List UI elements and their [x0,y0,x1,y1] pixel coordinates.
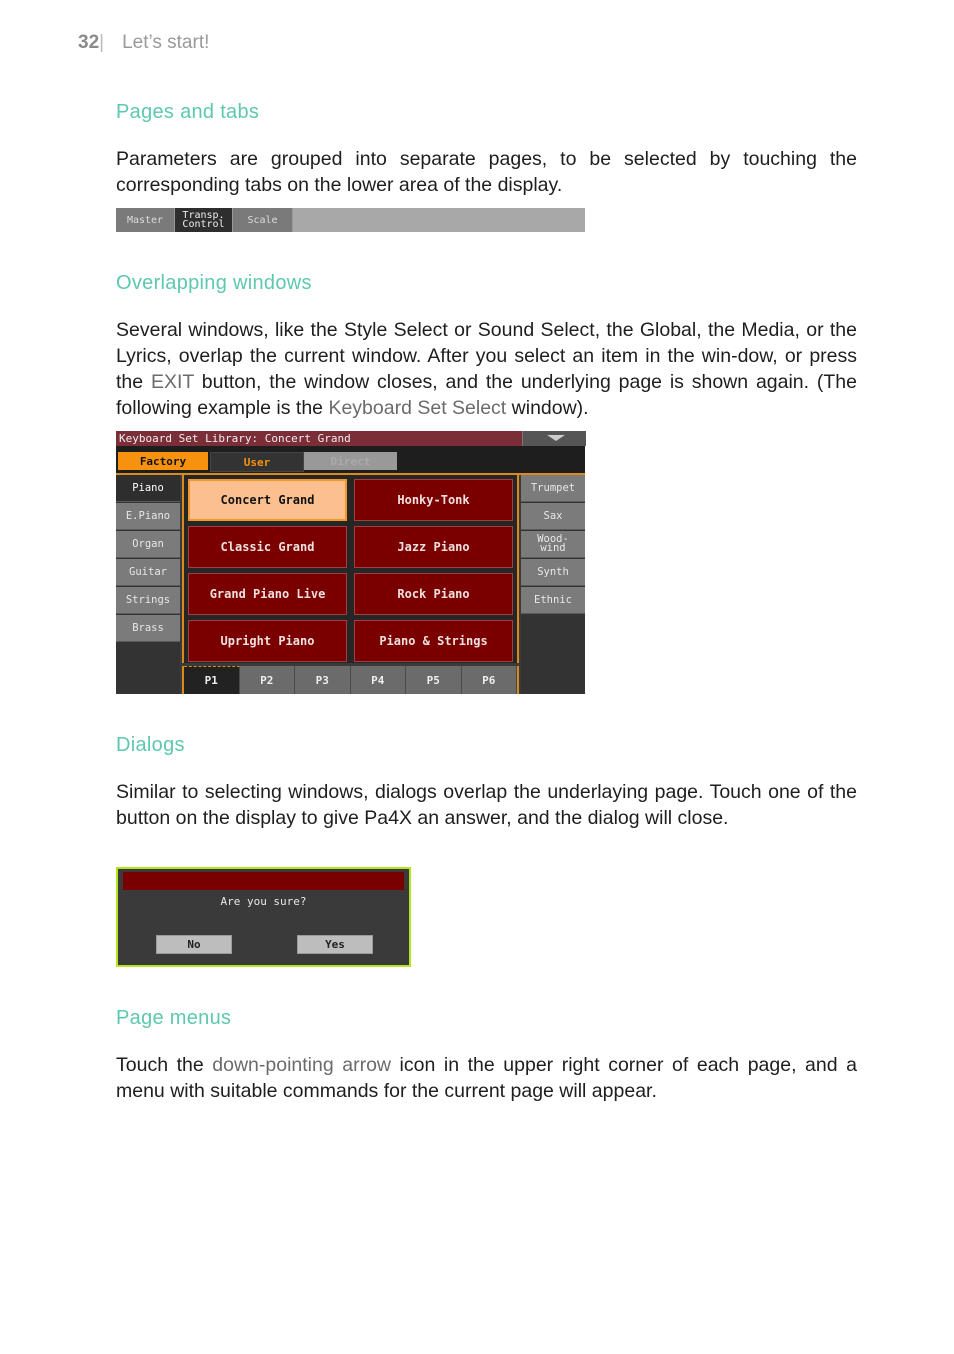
dialog-screenshot: Are you sure? No Yes [116,867,411,967]
page-tab-p3[interactable]: P3 [295,666,351,694]
left-category-list: Piano E.Piano Organ Guitar Strings Brass [116,475,180,694]
header-separator: | [99,32,105,53]
running-header: 32| Let’s start! [78,32,209,54]
paragraph-overlapping-windows: Several windows, like the Style Select o… [116,317,857,421]
keyboard-set-select-reference: Keyboard Set Select [328,397,507,419]
category-e-piano[interactable]: E.Piano [116,503,180,530]
item-upright-piano[interactable]: Upright Piano [188,620,347,662]
no-button[interactable]: No [156,935,232,954]
category-organ[interactable]: Organ [116,531,180,558]
heading-pages-and-tabs: Pages and tabs [116,101,260,123]
category-brass[interactable]: Brass [116,615,180,642]
item-honky-tonk[interactable]: Honky-Tonk [354,479,513,521]
page-tab-p5[interactable]: P5 [406,666,462,694]
down-arrow-icon[interactable] [522,431,586,446]
right-category-list: Trumpet Sax Wood- wind Synth Ethnic [521,475,585,694]
paragraph-page-menus: Touch the down-pointing arrow icon in th… [116,1052,857,1104]
item-classic-grand[interactable]: Classic Grand [188,526,347,568]
text-run: window). [506,397,589,419]
down-arrow-reference: down-pointing arrow [212,1054,391,1076]
window-title: Keyboard Set Library: Concert Grand [116,431,522,446]
heading-overlapping-windows: Overlapping windows [116,272,312,294]
dialog-title-bar [123,872,404,890]
exit-button-reference: EXIT [150,371,194,393]
category-strings[interactable]: Strings [116,587,180,614]
heading-page-menus: Page menus [116,1007,232,1029]
item-jazz-piano[interactable]: Jazz Piano [354,526,513,568]
keyboard-set-window-screenshot: Keyboard Set Library: Concert Grand Fact… [116,431,586,694]
library-tab-user[interactable]: User [210,452,304,472]
yes-button[interactable]: Yes [297,935,373,954]
item-grand-piano-live[interactable]: Grand Piano Live [188,573,347,615]
tab-scale[interactable]: Scale [233,208,293,232]
category-piano[interactable]: Piano [116,475,180,502]
library-tab-bar: Factory User Direct [116,446,585,475]
category-synth[interactable]: Synth [521,559,585,586]
item-concert-grand[interactable]: Concert Grand [188,479,347,521]
library-tab-direct[interactable]: Direct [304,452,397,470]
category-sax[interactable]: Sax [521,503,585,530]
category-guitar[interactable]: Guitar [116,559,180,586]
category-ethnic[interactable]: Ethnic [521,587,585,614]
tab-master[interactable]: Master [116,208,175,232]
page-number: 32 [78,32,100,53]
library-tab-factory[interactable]: Factory [118,452,208,470]
page-tabs: P1 P2 P3 P4 P5 P6 [182,666,519,694]
item-rock-piano[interactable]: Rock Piano [354,573,513,615]
page-tab-p1[interactable]: P1 [184,666,240,694]
paragraph-pages-and-tabs: Parameters are grouped into separate pag… [116,148,857,196]
paragraph-dialogs: Similar to selecting windows, dialogs ov… [116,781,857,829]
chapter-title: Let’s start! [122,32,210,53]
heading-dialogs: Dialogs [116,734,185,756]
page-tab-p6[interactable]: P6 [461,666,517,694]
tab-strip-screenshot: Master Transp. Control Scale [116,208,585,232]
keyboard-set-grid: Concert Grand Honky-Tonk Classic Grand J… [182,475,519,663]
page-tab-p2[interactable]: P2 [239,666,295,694]
category-trumpet[interactable]: Trumpet [521,475,585,502]
dialog-message: Are you sure? [220,895,307,908]
page-tab-p4[interactable]: P4 [350,666,406,694]
item-piano-and-strings[interactable]: Piano & Strings [354,620,513,662]
tab-transp-control[interactable]: Transp. Control [175,208,233,232]
text-run: Touch the [116,1054,213,1076]
category-woodwind[interactable]: Wood- wind [521,531,585,558]
